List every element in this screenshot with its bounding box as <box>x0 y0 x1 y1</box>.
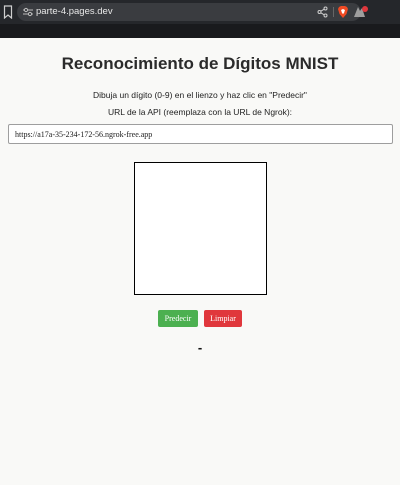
brave-rewards-icon[interactable] <box>353 5 369 19</box>
site-settings-icon[interactable] <box>22 6 34 18</box>
bookmark-icon[interactable] <box>3 5 13 19</box>
brave-shield-icon[interactable] <box>337 5 349 19</box>
url-text[interactable]: parte-4.pages.dev <box>36 5 113 19</box>
drawing-canvas[interactable] <box>134 162 267 295</box>
page-title: Reconocimiento de Dígitos MNIST <box>61 54 339 73</box>
predict-button[interactable]: Predecir <box>158 310 198 327</box>
clear-button[interactable]: Limpiar <box>204 310 242 327</box>
api-url-label: URL de la API (reemplaza con la URL de N… <box>107 107 293 117</box>
toolbar-separator <box>333 7 334 17</box>
browser-toolbar: parte-4.pages.dev <box>0 0 400 24</box>
share-icon[interactable] <box>317 6 328 18</box>
browser-content-strip <box>0 24 400 38</box>
prediction-result: - <box>197 340 203 355</box>
address-bar[interactable]: parte-4.pages.dev <box>17 3 368 21</box>
api-url-input[interactable] <box>8 124 393 144</box>
instruction-text: Dibuja un dígito (0-9) en el lienzo y ha… <box>93 90 307 100</box>
